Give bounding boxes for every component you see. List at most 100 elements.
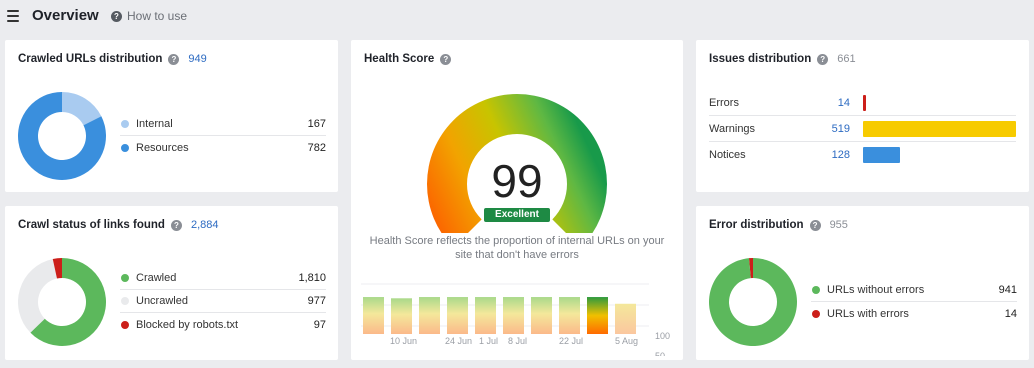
legend-value: 941 bbox=[998, 284, 1017, 296]
legend-value: 14 bbox=[1004, 307, 1017, 320]
legend-item-urls-with-errors[interactable]: URLs with errors 14 bbox=[811, 302, 1017, 325]
card-title-text: Crawl status of links found bbox=[18, 219, 165, 231]
history-bar[interactable] bbox=[559, 297, 580, 334]
total-count: 661 bbox=[837, 53, 856, 65]
legend-label: Crawled bbox=[136, 272, 177, 284]
legend-label: URLs with errors bbox=[827, 307, 909, 320]
x-tick-label: 24 Jun bbox=[445, 336, 473, 346]
legend-dot-icon bbox=[121, 143, 129, 152]
card-title: Error distribution ? 955 bbox=[709, 219, 848, 231]
crawled-urls-card: Crawled URLs distribution ? 949 Internal… bbox=[5, 40, 338, 192]
issue-label: Errors bbox=[709, 96, 739, 109]
x-tick-label: 10 Jun bbox=[390, 336, 418, 346]
issue-count-link[interactable]: 519 bbox=[809, 123, 850, 135]
legend-value: 97 bbox=[313, 318, 326, 331]
legend-item-internal[interactable]: Internal 167 bbox=[120, 113, 326, 136]
crawled-legend: Internal 167 Resources 782 bbox=[120, 113, 326, 159]
issue-count-link[interactable]: 14 bbox=[809, 97, 850, 109]
card-title-text: Error distribution bbox=[709, 219, 804, 231]
legend-item-uncrawled[interactable]: Uncrawled 977 bbox=[120, 290, 326, 313]
total-count: 955 bbox=[829, 219, 848, 231]
health-score-description: Health Score reflects the proportion of … bbox=[369, 235, 665, 261]
legend-item-crawled[interactable]: Crawled 1,810 bbox=[120, 267, 326, 290]
history-bar[interactable] bbox=[587, 297, 608, 334]
issue-label: Notices bbox=[709, 149, 746, 161]
issues-table: Errors 14 Warnings 519 Notices 128 bbox=[709, 90, 1016, 168]
error-distribution-donut-chart bbox=[709, 258, 797, 346]
x-tick-label: 5 Aug bbox=[615, 336, 639, 346]
history-bar[interactable] bbox=[503, 297, 524, 334]
history-bar[interactable] bbox=[391, 298, 412, 334]
crawl-status-legend: Crawled 1,810 Uncrawled 977 Blocked by r… bbox=[120, 267, 326, 336]
help-icon[interactable]: ? bbox=[168, 53, 180, 65]
history-bar[interactable] bbox=[363, 297, 384, 334]
card-title-text: Issues distribution bbox=[709, 53, 812, 65]
history-bar[interactable] bbox=[447, 297, 468, 334]
y-tick-label: 100 bbox=[655, 331, 670, 341]
history-bar[interactable] bbox=[615, 303, 636, 334]
legend-label: Uncrawled bbox=[136, 295, 188, 307]
issue-count-link[interactable]: 128 bbox=[809, 149, 850, 161]
donut-slice-uncrawled[interactable] bbox=[18, 258, 57, 333]
card-title: Crawl status of links found ? 2,884 bbox=[18, 219, 219, 231]
help-icon[interactable]: ? bbox=[440, 53, 452, 65]
issues-distribution-card: Issues distribution ? 661 Errors 14 Warn… bbox=[696, 40, 1029, 192]
card-title: Crawled URLs distribution ? 949 bbox=[18, 53, 207, 65]
legend-dot-icon bbox=[812, 286, 820, 294]
health-status-badge: Excellent bbox=[484, 208, 550, 222]
legend-item-urls-without-errors[interactable]: URLs without errors 941 bbox=[811, 279, 1017, 302]
issue-label: Warnings bbox=[709, 122, 756, 135]
legend-label: Internal bbox=[136, 118, 173, 130]
x-tick-label: 1 Jul bbox=[479, 336, 499, 346]
crawl-status-donut-chart bbox=[18, 258, 106, 346]
card-title: Issues distribution ? 661 bbox=[709, 53, 856, 65]
help-icon[interactable]: ? bbox=[170, 219, 182, 231]
health-score-card: Health Score ? 99 Excellent Health Score… bbox=[351, 40, 683, 360]
top-bar: Overview ? How to use bbox=[0, 0, 1034, 34]
legend-value: 167 bbox=[307, 118, 326, 130]
page-title: Overview bbox=[32, 7, 99, 24]
card-title: Health Score ? bbox=[364, 53, 452, 65]
x-axis-labels: 10 Jun 24 Jun 1 Jul 8 Jul 22 Jul 5 Aug bbox=[361, 336, 651, 350]
issue-row-errors[interactable]: Errors 14 bbox=[709, 90, 1016, 116]
legend-item-blocked[interactable]: Blocked by robots.txt 97 bbox=[120, 313, 326, 336]
legend-dot-icon bbox=[121, 120, 129, 128]
history-bar[interactable] bbox=[475, 297, 496, 334]
legend-item-resources[interactable]: Resources 782 bbox=[120, 136, 326, 159]
crawl-status-card: Crawl status of links found ? 2,884 Craw… bbox=[5, 206, 338, 360]
issue-row-warnings[interactable]: Warnings 519 bbox=[709, 116, 1016, 142]
issue-bar bbox=[863, 121, 1016, 137]
help-icon[interactable]: ? bbox=[809, 219, 821, 231]
legend-dot-icon bbox=[812, 309, 820, 318]
issue-bar bbox=[863, 147, 900, 163]
issue-row-notices[interactable]: Notices 128 bbox=[709, 142, 1016, 168]
legend-label: Blocked by robots.txt bbox=[136, 318, 239, 331]
crawled-donut-chart bbox=[18, 92, 106, 180]
y-tick-label: 50 bbox=[655, 351, 665, 356]
legend-label: Resources bbox=[136, 141, 189, 154]
how-to-use-link[interactable]: ? How to use bbox=[111, 9, 187, 23]
legend-label: URLs without errors bbox=[827, 284, 925, 296]
error-distribution-legend: URLs without errors 941 URLs with errors… bbox=[811, 279, 1017, 325]
total-count-link[interactable]: 949 bbox=[188, 53, 206, 65]
help-icon: ? bbox=[111, 10, 122, 22]
legend-value: 977 bbox=[307, 295, 326, 307]
legend-dot-icon bbox=[121, 297, 129, 305]
legend-dot-icon bbox=[121, 274, 129, 282]
x-tick-label: 22 Jul bbox=[559, 336, 584, 346]
help-icon[interactable]: ? bbox=[817, 53, 829, 65]
hamburger-menu-icon[interactable] bbox=[7, 10, 19, 22]
card-title-text: Crawled URLs distribution bbox=[18, 53, 163, 65]
history-bar[interactable] bbox=[419, 297, 440, 334]
legend-value: 782 bbox=[307, 141, 326, 154]
issue-bar bbox=[863, 95, 866, 111]
how-to-use-label: How to use bbox=[127, 9, 188, 23]
history-bar[interactable] bbox=[531, 297, 552, 334]
health-score-value: 99 bbox=[491, 155, 543, 207]
legend-dot-icon bbox=[121, 320, 129, 329]
x-tick-label: 8 Jul bbox=[508, 336, 528, 346]
error-distribution-card: Error distribution ? 955 URLs without er… bbox=[696, 206, 1029, 360]
card-title-text: Health Score bbox=[364, 53, 435, 65]
total-count-link[interactable]: 2,884 bbox=[191, 219, 219, 231]
legend-value: 1,810 bbox=[298, 272, 326, 284]
